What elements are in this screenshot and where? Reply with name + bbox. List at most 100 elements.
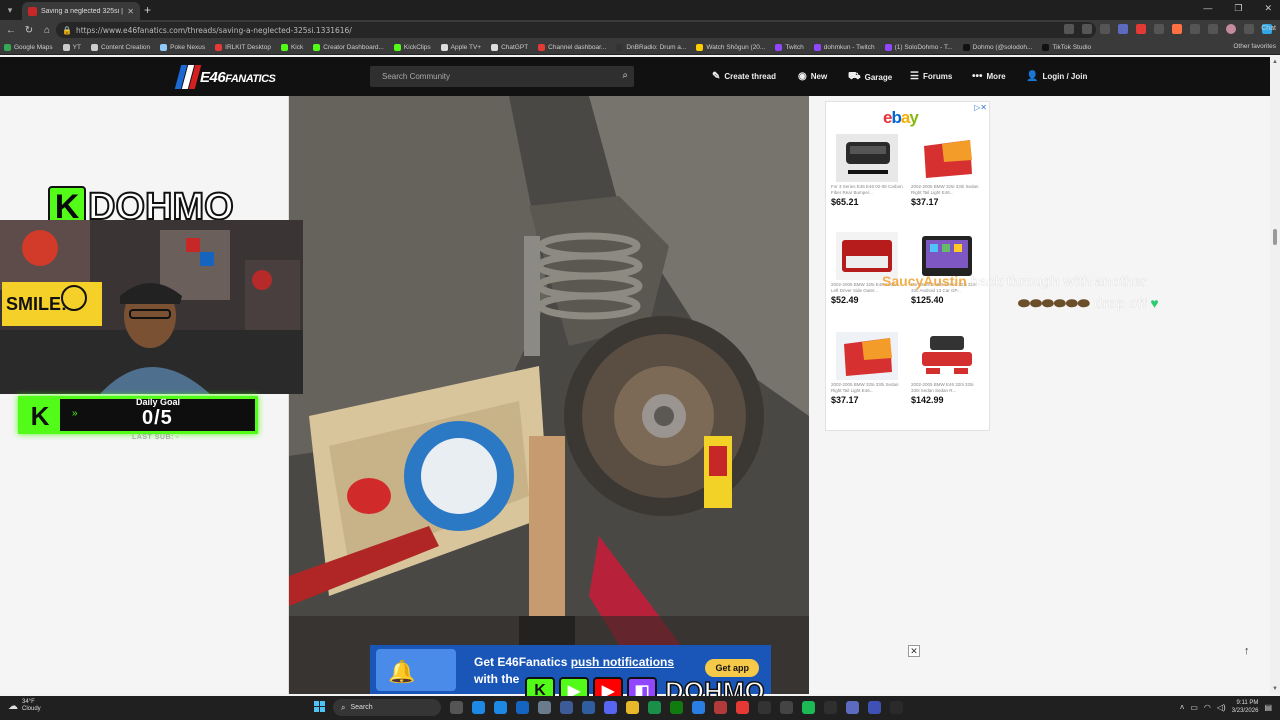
- extension-icon[interactable]: [1136, 24, 1146, 34]
- ad-item[interactable]: 2002-2005 BMW 325i 330i Sedan Right Tail…: [831, 332, 903, 405]
- extension-icon[interactable]: [1118, 24, 1128, 34]
- excel-icon[interactable]: [648, 701, 661, 714]
- scroll-thumb[interactable]: [1273, 229, 1277, 245]
- outlook-icon[interactable]: [516, 701, 529, 714]
- profile-avatar[interactable]: [1226, 24, 1236, 34]
- scroll-top-icon[interactable]: ↑: [1244, 645, 1250, 657]
- widgets-icon[interactable]: [472, 701, 485, 714]
- post-photo[interactable]: [289, 96, 809, 694]
- ad-close-icon[interactable]: ▷✕: [974, 103, 987, 112]
- edge-icon[interactable]: [494, 701, 507, 714]
- ad-item[interactable]: 2002-2005 BMW 325i 330i Sedan Right Tail…: [911, 134, 983, 207]
- browser-tab[interactable]: Saving a neglected 325si | E46 Fana... ✕: [22, 2, 140, 20]
- store-icon[interactable]: [582, 701, 595, 714]
- x-icon[interactable]: [758, 701, 771, 714]
- scroll-up-icon[interactable]: ▲: [1272, 59, 1278, 65]
- bookmark-item[interactable]: Dohmo (@solodoh...: [962, 43, 1032, 51]
- volume-icon[interactable]: ◁): [1217, 703, 1226, 712]
- youtube-icon[interactable]: [736, 701, 749, 714]
- forums-button[interactable]: ☰ Forums: [910, 71, 952, 82]
- bookmark-item[interactable]: Twitch: [775, 43, 804, 51]
- more-button[interactable]: ••• More: [972, 71, 1006, 82]
- xbox-icon[interactable]: [670, 701, 683, 714]
- bookmark-item[interactable]: Watch Shōgun (20...: [696, 43, 765, 51]
- folder-icon[interactable]: [626, 701, 639, 714]
- camera-icon[interactable]: [538, 701, 551, 714]
- search-icon[interactable]: ⌕: [622, 70, 628, 81]
- bookmark-item[interactable]: Channel dashboar...: [538, 43, 606, 51]
- other-favorites[interactable]: Other favorites: [1233, 43, 1276, 50]
- bookmark-item[interactable]: Kick: [280, 43, 303, 51]
- app-icon[interactable]: [868, 701, 881, 714]
- banner-close-icon[interactable]: ✕: [908, 645, 920, 657]
- windows-start-icon[interactable]: [314, 701, 326, 713]
- clock[interactable]: 9:11 PM 3/23/2026: [1232, 699, 1259, 715]
- bookmark-item[interactable]: TikTok Studio: [1042, 43, 1091, 51]
- split-screen-icon[interactable]: [1154, 24, 1164, 34]
- get-app-button[interactable]: Get app: [705, 659, 759, 677]
- app-icon[interactable]: [890, 701, 903, 714]
- window-close-icon[interactable]: ✕: [1264, 3, 1272, 14]
- bookmark-item[interactable]: Apple TV+: [440, 43, 481, 51]
- photos-icon[interactable]: [560, 701, 573, 714]
- bookmark-favicon-icon: [538, 43, 546, 51]
- favorites-icon[interactable]: [1190, 24, 1200, 34]
- home-icon[interactable]: ⌂: [40, 25, 54, 36]
- push-link[interactable]: push notifications: [571, 655, 674, 669]
- ad-item-price: $37.17: [911, 197, 939, 207]
- bookmark-label: Creator Dashboard...: [323, 43, 384, 51]
- bookmark-item[interactable]: Google Maps: [4, 43, 53, 51]
- task-view-icon[interactable]: [450, 701, 463, 714]
- back-icon[interactable]: ←: [4, 25, 18, 36]
- bookmark-item[interactable]: ChatGPT: [491, 43, 528, 51]
- login-join-button[interactable]: 👤 Login / Join: [1026, 71, 1087, 82]
- spotify-icon[interactable]: [802, 701, 815, 714]
- bookmark-item[interactable]: Content Creation: [90, 43, 150, 51]
- bookmark-item[interactable]: IRLKIT Desktop: [215, 43, 271, 51]
- ad-item[interactable]: 2002-2005 BMW E46 320i 325i 330i Sedan S…: [911, 332, 983, 405]
- bookmark-item[interactable]: Poke Nexus: [160, 43, 205, 51]
- taskbar-search[interactable]: ⌕ Search: [333, 699, 441, 716]
- tab-menu-icon[interactable]: ▾: [0, 0, 20, 20]
- notification-icon[interactable]: ▤: [1264, 703, 1272, 712]
- extension-icon[interactable]: [1172, 24, 1182, 34]
- discord-icon[interactable]: [604, 701, 617, 714]
- favorite-star-icon[interactable]: [1100, 24, 1110, 34]
- site-logo[interactable]: E46FANATICS: [174, 65, 278, 89]
- ad-item[interactable]: For 3 Series E46 E46 02-06 Carbon Fiber …: [831, 134, 903, 207]
- tray-chevron-icon[interactable]: ˄: [1180, 703, 1185, 712]
- network-icon[interactable]: ▭: [1190, 703, 1198, 712]
- garage-button[interactable]: ⛟ Garage: [848, 71, 892, 84]
- search-input[interactable]: Search Community ⌕: [370, 66, 634, 87]
- bookmark-item[interactable]: DnBRadio: Drum a...: [616, 43, 686, 51]
- app-icon[interactable]: [714, 701, 727, 714]
- new-button[interactable]: ◉ New: [798, 71, 827, 82]
- refresh-icon[interactable]: ↻: [22, 25, 36, 36]
- more-menu-icon[interactable]: [1244, 24, 1254, 34]
- scroll-down-icon[interactable]: ▼: [1272, 686, 1278, 692]
- chat-label[interactable]: Chat: [1261, 25, 1276, 32]
- weather-widget[interactable]: ☁ 34°F Cloudy: [8, 699, 41, 713]
- ebay-ad[interactable]: ▷✕ ebay For 3 Series E46 E46 02-06 Carbo…: [825, 101, 990, 431]
- minimize-icon[interactable]: —: [1203, 3, 1212, 14]
- bookmark-item[interactable]: dohmkun - Twitch: [813, 43, 875, 51]
- zoom-icon[interactable]: [1064, 24, 1074, 34]
- bookmark-item[interactable]: (1) SoloDohmo - T...: [884, 43, 953, 51]
- bookmark-item[interactable]: YT: [62, 43, 81, 51]
- app-icon[interactable]: [846, 701, 859, 714]
- app-icon[interactable]: [824, 701, 837, 714]
- read-aloud-icon[interactable]: [1082, 24, 1092, 34]
- bookmark-item[interactable]: KickClips: [393, 43, 431, 51]
- wifi-icon[interactable]: ◠: [1204, 703, 1211, 712]
- new-tab-button[interactable]: +: [144, 3, 151, 17]
- ad-item-desc: 2002-2005 BMW 325i 330i Sedan Right Tail…: [831, 382, 899, 393]
- collections-icon[interactable]: [1208, 24, 1218, 34]
- chrome-icon[interactable]: [692, 701, 705, 714]
- create-thread-button[interactable]: ✎ Create thread: [712, 71, 776, 82]
- maximize-icon[interactable]: ❐: [1234, 3, 1242, 14]
- obs-icon[interactable]: [780, 701, 793, 714]
- bookmark-item[interactable]: Creator Dashboard...: [313, 43, 384, 51]
- url-field[interactable]: 🔒 https://www.e46fanatics.com/threads/sa…: [56, 22, 1096, 38]
- page-scrollbar[interactable]: ▲ ▼: [1270, 57, 1280, 694]
- tab-close-icon[interactable]: ✕: [127, 7, 134, 16]
